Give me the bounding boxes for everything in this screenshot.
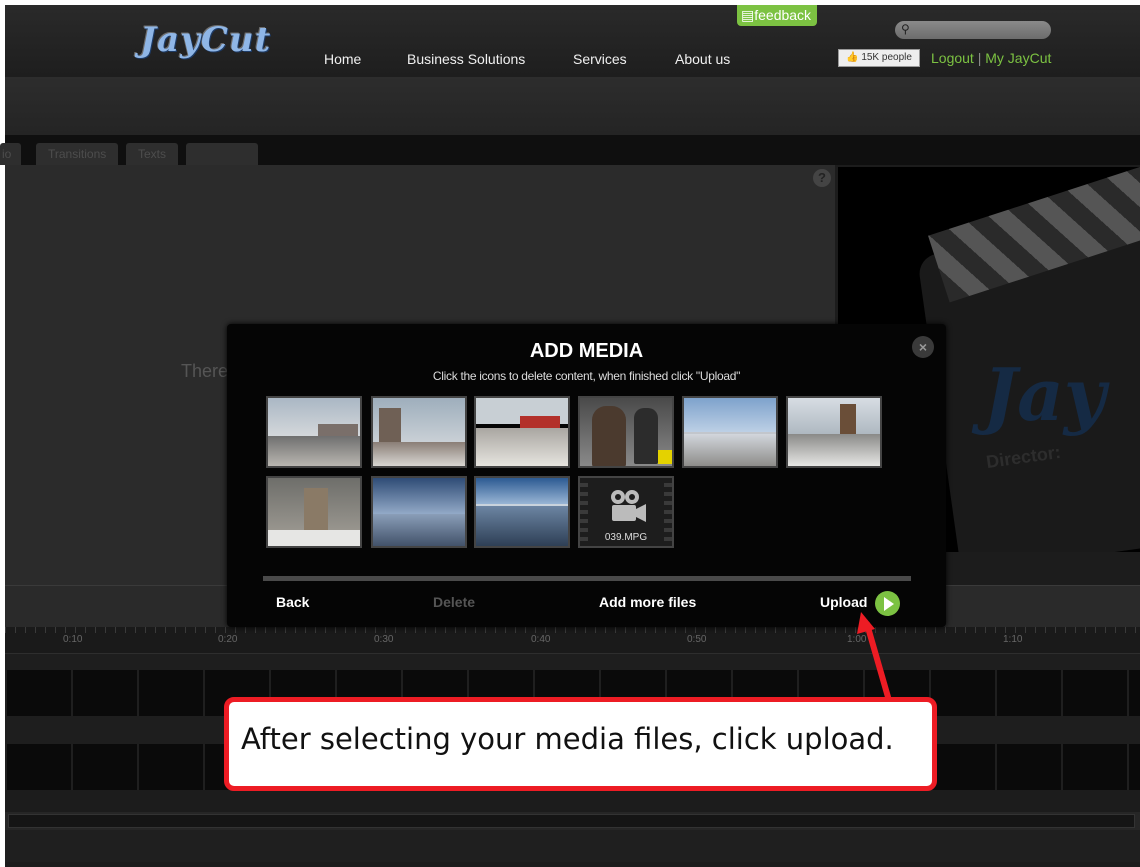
tab-texts[interactable]: Texts bbox=[126, 143, 179, 165]
help-button[interactable]: ? bbox=[813, 169, 831, 187]
red-arrow-icon bbox=[857, 612, 891, 700]
close-dialog-button[interactable]: × bbox=[912, 336, 934, 358]
annotation-callout: After selecting your media files, click … bbox=[224, 697, 937, 791]
annotation-text: After selecting your media files, click … bbox=[241, 722, 894, 756]
my-jaycut-link[interactable]: My JayCut bbox=[985, 50, 1051, 66]
media-thumbnail[interactable] bbox=[474, 396, 570, 468]
media-thumbnail[interactable] bbox=[474, 476, 570, 548]
tick-label: 0:40 bbox=[531, 634, 551, 645]
timeline-ruler[interactable] bbox=[5, 627, 1140, 654]
tab-transitions[interactable]: Transitions bbox=[36, 143, 119, 165]
search-icon: ⚲ bbox=[901, 22, 910, 36]
video-camera-icon bbox=[611, 490, 646, 522]
tick-label: 0:30 bbox=[374, 634, 394, 645]
media-thumbnail[interactable] bbox=[786, 396, 882, 468]
nav-services[interactable]: Services bbox=[573, 51, 627, 67]
dialog-title: ADD MEDIA bbox=[529, 340, 644, 362]
media-thumbnail[interactable] bbox=[371, 396, 467, 468]
back-button[interactable]: Back bbox=[276, 594, 309, 610]
media-thumbnail[interactable] bbox=[266, 476, 362, 548]
delete-button[interactable]: Delete bbox=[433, 594, 475, 610]
media-thumbnail[interactable] bbox=[266, 396, 362, 468]
dialog-instructions: Click the icons to delete content, when … bbox=[432, 369, 741, 383]
logout-link[interactable]: Logout bbox=[931, 50, 974, 66]
link-separator: | bbox=[977, 50, 982, 66]
media-thumbnail[interactable] bbox=[578, 396, 674, 468]
tick-label: 0:50 bbox=[687, 634, 707, 645]
bottom-bar bbox=[5, 830, 1140, 862]
thumbs-up-icon: 👍 bbox=[846, 52, 859, 63]
tab-audio[interactable]: io bbox=[0, 143, 22, 165]
nav-about-us[interactable]: About us bbox=[675, 51, 730, 67]
add-more-files-button[interactable]: Add more files bbox=[599, 594, 696, 610]
media-thumbnail[interactable] bbox=[371, 476, 467, 548]
track-gap bbox=[5, 654, 1140, 670]
feedback-button[interactable]: ▤feedback bbox=[737, 5, 818, 26]
preview-logo: Jay bbox=[983, 352, 1106, 437]
tick-label: 0:20 bbox=[218, 634, 238, 645]
video-file-thumbnail[interactable]: 039.MPG bbox=[578, 476, 674, 548]
tab-effects[interactable] bbox=[186, 143, 258, 165]
tick-label: 1:10 bbox=[1003, 634, 1023, 645]
scroll-handle[interactable] bbox=[8, 814, 1135, 828]
timeline-scrollbar[interactable] bbox=[5, 812, 1140, 830]
media-thumbnail[interactable] bbox=[682, 396, 778, 468]
tick-label: 0:10 bbox=[63, 634, 83, 645]
nav-business-solutions[interactable]: Business Solutions bbox=[407, 51, 525, 67]
nav-home[interactable]: Home bbox=[324, 51, 361, 67]
jaycut-logo[interactable]: JayCut bbox=[140, 20, 271, 60]
likes-badge[interactable]: 👍 15K people bbox=[838, 49, 920, 67]
search-input[interactable]: ⚲ bbox=[895, 21, 1051, 39]
speech-bubble-icon: ▤ bbox=[741, 7, 755, 23]
empty-library-text: There bbox=[181, 361, 229, 381]
user-links: Logout | My JayCut bbox=[931, 50, 1051, 66]
dialog-divider bbox=[263, 576, 911, 581]
sub-header bbox=[5, 77, 1140, 135]
file-name-label: 039.MPG bbox=[604, 532, 648, 543]
